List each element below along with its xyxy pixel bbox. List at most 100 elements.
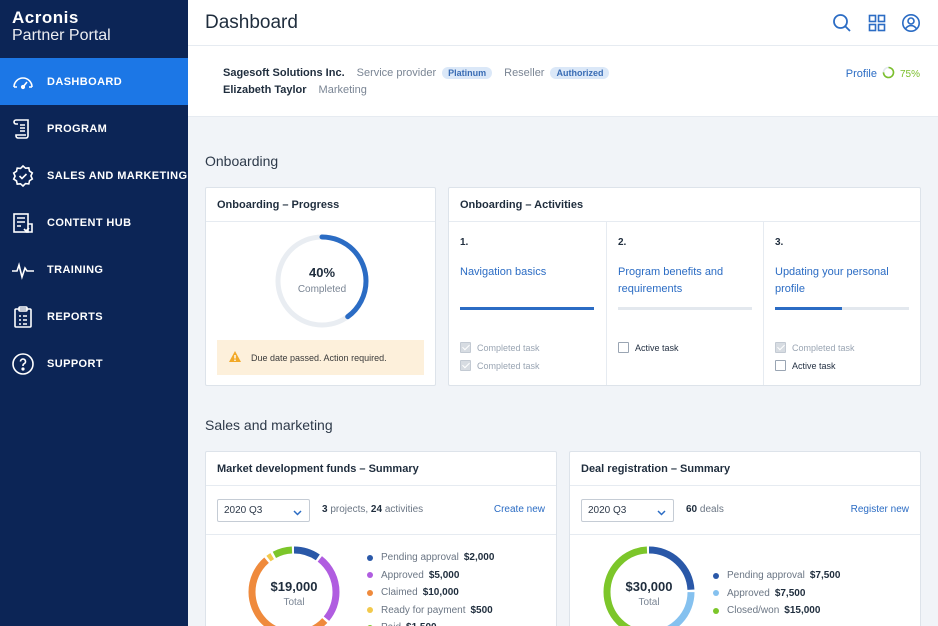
brand-name: Acronis [12,8,79,27]
sidebar-item-label: TRAINING [47,263,104,276]
mdf-summary-card: Market development funds – Summary 2020 … [205,451,557,626]
step-number: 1. [460,237,469,248]
legend-value: $15,000 [784,605,821,617]
apps-grid-icon[interactable] [867,13,887,33]
status-badge: Platinum [442,67,493,79]
card-title: Market development funds – Summary [206,452,556,486]
task-label: Completed task [477,360,540,371]
checkbox-checked[interactable] [460,342,471,353]
partner-profile-bar: Sagesoft Solutions Inc. Service provider… [188,46,938,117]
legend-value: $500 [470,604,493,616]
legend-dot [713,607,719,614]
donut-total-value: $19,000 [270,579,318,594]
activity-step: 3. Updating your personal profile Comple… [763,222,920,385]
period-select[interactable]: 2020 Q3 [217,499,310,522]
task-item[interactable]: Active task [618,342,679,353]
sidebar-item-label: SUPPORT [47,357,103,370]
main-content: Dashboard Sagesoft Solutions Inc. Servic… [188,0,938,626]
deal-count-label: deals [699,504,724,515]
brand-logo[interactable]: Acronis Partner Portal [0,0,188,58]
profile-link[interactable]: Profile [846,68,877,80]
legend-value: $2,000 [463,552,495,564]
task-item[interactable]: Completed task [460,360,540,371]
divider [570,534,920,535]
badge-check-icon [11,164,35,188]
warning-text: Due date passed. Action required. [251,352,387,363]
period-value: 2020 Q3 [588,505,627,516]
donut-total-label: Total [283,597,305,608]
legend-dot [713,590,719,597]
project-count-label: projects, [330,504,369,515]
task-item[interactable]: Completed task [460,342,540,353]
help-circle-icon [11,352,35,376]
card-title: Onboarding – Activities [449,188,920,222]
role-label: Reseller [504,67,545,79]
activity-count: 24 [370,504,383,515]
user-account-icon[interactable] [901,13,921,33]
legend-item: Approved $5,000 [367,567,494,585]
top-bar: Dashboard [188,0,938,46]
task-item[interactable]: Completed task [775,342,855,353]
legend-label: Pending approval [727,570,805,582]
brand-subtitle: Partner Portal [12,27,111,44]
profile-completion[interactable]: Profile 75% [846,66,920,82]
task-label: Completed task [792,342,855,353]
legend-dot [713,572,719,579]
step-link-updating-profile[interactable]: Updating your personal profile [775,264,915,298]
scroll-icon [11,117,35,141]
checkbox-unchecked[interactable] [618,342,629,353]
sidebar-item-program[interactable]: PROGRAM [0,105,188,152]
legend-dot [367,572,373,579]
register-new-link[interactable]: Register new [851,504,909,515]
speedometer-icon [11,70,35,94]
step-link-program-benefits[interactable]: Program benefits and requirements [618,264,758,298]
checkbox-unchecked[interactable] [775,360,786,371]
create-new-link[interactable]: Create new [494,504,545,515]
legend-label: Paid [381,622,401,626]
user-name: Elizabeth Taylor [223,84,307,96]
mdf-donut-chart: $19,000 Total [246,544,342,626]
checkbox-checked[interactable] [460,360,471,371]
search-icon[interactable] [832,13,852,33]
legend-dot [367,589,373,596]
sidebar-item-label: SALES AND MARKETING [47,169,188,182]
deals-legend: Pending approval $7,500 Approved $7,500 Clos… [713,567,840,620]
deal-registration-card: Deal registration – Summary 2020 Q3 60 d… [569,451,921,626]
section-title-onboarding: Onboarding [205,153,279,169]
checkbox-checked[interactable] [775,342,786,353]
status-badge: Authorized [550,67,610,79]
company-name: Sagesoft Solutions Inc. [223,67,345,79]
donut-total-value: $30,000 [625,579,673,594]
project-count: 3 [322,504,328,515]
legend-label: Pending approval [381,552,459,564]
activity-count-label: activities [384,504,424,515]
step-link-navigation-basics[interactable]: Navigation basics [460,264,600,281]
divider [206,534,556,535]
deal-count: 60 [686,504,698,515]
card-title: Onboarding – Progress [206,188,435,222]
activity-step: 1. Navigation basics Completed task Comp… [449,222,606,385]
period-select[interactable]: 2020 Q3 [581,499,674,522]
chevron-down-icon [293,508,302,519]
legend-label: Claimed [381,587,418,599]
legend-item: Closed/won $15,000 [713,602,840,620]
pulse-icon [11,258,35,282]
step-progress-bar [460,307,594,310]
legend-label: Ready for payment [381,604,466,616]
sidebar-item-dashboard[interactable]: DASHBOARD [0,58,188,105]
task-item[interactable]: Active task [775,360,836,371]
legend-dot [367,607,373,614]
sidebar-item-content-hub[interactable]: CONTENT HUB [0,199,188,246]
progress-ring-icon [882,66,895,82]
legend-label: Closed/won [727,605,780,617]
sidebar-item-reports[interactable]: REPORTS [0,293,188,340]
sidebar-item-sales-and-marketing[interactable]: SALES AND MARKETING [0,152,188,199]
sidebar-item-training[interactable]: TRAINING [0,246,188,293]
sidebar-item-support[interactable]: SUPPORT [0,340,188,387]
sidebar-item-label: DASHBOARD [47,75,123,88]
profile-percent: 75% [899,68,920,80]
legend-value: $5,000 [428,569,460,581]
onboarding-progress-card: Onboarding – Progress 40% Completed Due … [205,187,436,386]
sidebar: Acronis Partner Portal DASHBOARD PROGRAM… [0,0,188,626]
legend-label: Approved [727,587,770,599]
